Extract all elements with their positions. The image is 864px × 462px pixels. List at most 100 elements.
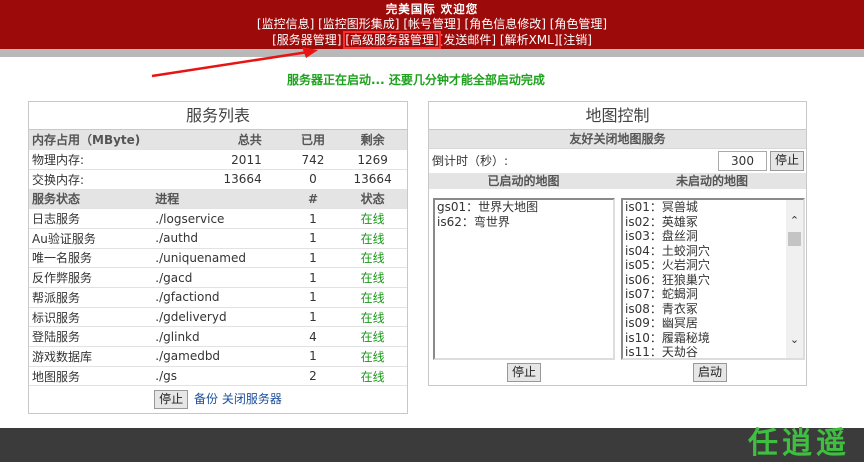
nav-monitor-info[interactable]: [监控信息]	[257, 17, 314, 31]
service-list-panel: 服务列表 内存占用（MByte) 总共 已用 剩余 物理内存: 2011 742…	[28, 101, 408, 414]
service-status: 在线	[338, 366, 407, 387]
start-map-button[interactable]: 启动	[693, 363, 728, 382]
service-process: ./gdeliveryd	[152, 307, 288, 328]
service-process: ./gamedbd	[152, 346, 288, 367]
service-process: ./gacd	[152, 267, 288, 288]
nav-logout[interactable]: [注销]	[559, 33, 592, 47]
service-process: ./logservice	[152, 208, 288, 229]
service-process: ./uniquenamed	[152, 248, 288, 269]
map-item[interactable]: is04：土蛟洞穴	[623, 244, 803, 259]
service-header-row: 服务状态 进程 # 状态	[29, 189, 407, 210]
service-row: 标识服务 ./gdeliveryd 1 在线	[29, 307, 407, 328]
server-starting-message: 服务器正在启动... 还要几分钟才能全部启动完成	[287, 73, 545, 87]
brand-watermark: 任逍遥	[748, 426, 850, 461]
service-name: 标识服务	[29, 307, 153, 328]
service-name: 帮派服务	[29, 287, 153, 308]
map-item[interactable]: is09：幽冥居	[623, 316, 803, 331]
map-item[interactable]: is05：火岩洞穴	[623, 258, 803, 273]
memory-total: 13664	[152, 169, 288, 190]
service-row: 日志服务 ./logservice 1 在线	[29, 208, 407, 229]
nav-advanced-server-management[interactable]: [高级服务器管理]	[343, 31, 441, 49]
memory-name: 物理内存:	[29, 149, 153, 170]
service-count: 1	[287, 307, 339, 328]
nav-row-2: [服务器管理] [高级服务器管理][发送邮件] [解析XML][注销]	[0, 31, 864, 49]
service-row: 唯一名服务 ./uniquenamed 1 在线	[29, 248, 407, 269]
nav-role-edit[interactable]: [角色信息修改]	[465, 17, 546, 31]
service-name: Au验证服务	[29, 228, 153, 249]
map-list-scrollbar[interactable]: ⌃ ⌄	[786, 200, 803, 358]
memory-header-row: 内存占用（MByte) 总共 已用 剩余	[29, 130, 407, 151]
nav-send-mail[interactable]: [发送邮件]	[439, 33, 496, 47]
header-divider	[0, 49, 864, 57]
stop-server-button[interactable]: 停止	[154, 390, 189, 410]
map-list-headers: 已启动的地图 未启动的地图	[429, 173, 806, 189]
countdown-input[interactable]: 300	[718, 151, 767, 171]
service-process: ./glinkd	[152, 326, 288, 348]
service-status: 在线	[338, 228, 407, 249]
service-name: 登陆服务	[29, 326, 153, 348]
service-name: 日志服务	[29, 208, 153, 229]
service-name: 游戏数据库	[29, 346, 153, 367]
service-status: 在线	[338, 248, 407, 269]
memory-header-total: 总共	[152, 130, 288, 151]
memory-free: 13664	[338, 169, 407, 190]
map-item[interactable]: is08：青衣冢	[623, 302, 803, 317]
service-header-status: 服务状态	[29, 189, 153, 210]
service-name: 反作弊服务	[29, 267, 153, 288]
service-header-state: 状态	[338, 189, 407, 210]
service-process: ./gfactiond	[152, 287, 288, 308]
map-item[interactable]: gs01：世界大地图	[435, 200, 613, 215]
backup-shutdown-link[interactable]: 备份 关闭服务器	[194, 392, 282, 406]
map-item[interactable]: is06：狂狼巢穴	[623, 273, 803, 288]
service-status: 在线	[338, 307, 407, 328]
nav-role-management[interactable]: [角色管理]	[550, 17, 607, 31]
nav-monitor-graphics[interactable]: [监控图形集成]	[318, 17, 399, 31]
memory-row: 物理内存: 2011 742 1269	[29, 149, 407, 170]
map-item[interactable]: is02：英雄冢	[623, 215, 803, 230]
friendly-shutdown-heading: 友好关闭地图服务	[429, 130, 806, 149]
nav-parse-xml[interactable]: [解析XML]	[500, 33, 559, 47]
countdown-row: 倒计时（秒）: 300 停止	[429, 149, 806, 173]
service-row: 地图服务 ./gs 2 在线	[29, 366, 407, 387]
service-count: 1	[287, 287, 339, 308]
service-status: 在线	[338, 326, 407, 348]
map-item[interactable]: is07：蛇蝎洞	[623, 287, 803, 302]
map-item[interactable]: is03：盘丝洞	[623, 229, 803, 244]
footer-bar	[0, 428, 864, 462]
map-item[interactable]: is10：履霜秘境	[623, 331, 803, 346]
service-header-process: 进程	[152, 189, 288, 210]
nav-account-management[interactable]: [帐号管理]	[403, 17, 460, 31]
service-count: 4	[287, 326, 339, 348]
memory-used: 742	[287, 149, 339, 170]
chevron-up-icon[interactable]: ⌃	[786, 212, 803, 229]
service-table: 内存占用（MByte) 总共 已用 剩余 物理内存: 2011 742 1269…	[29, 130, 407, 387]
service-name: 唯一名服务	[29, 248, 153, 269]
service-row: 反作弊服务 ./gacd 1 在线	[29, 267, 407, 288]
started-maps-header: 已启动的地图	[487, 174, 560, 188]
chevron-down-icon[interactable]: ⌄	[786, 331, 803, 348]
service-row: 帮派服务 ./gfactiond 1 在线	[29, 287, 407, 308]
not-started-maps-list[interactable]: is01：冥兽城 is02：英雄冢 is03：盘丝洞 is04：土蛟洞穴 is0…	[621, 198, 805, 360]
service-count: 1	[287, 346, 339, 367]
service-status: 在线	[338, 267, 407, 288]
service-status: 在线	[338, 287, 407, 308]
welcome-text: 完美国际 欢迎您	[385, 2, 479, 16]
map-item[interactable]: is11：天劫谷	[623, 345, 803, 358]
memory-header-free: 剩余	[338, 130, 407, 151]
memory-free: 1269	[338, 149, 407, 170]
nav-row-1: [监控信息] [监控图形集成] [帐号管理] [角色信息修改] [角色管理]	[0, 16, 864, 32]
service-count: 2	[287, 366, 339, 387]
memory-header-used: 已用	[287, 130, 339, 151]
map-item[interactable]: is01：冥兽城	[623, 200, 803, 215]
memory-total: 2011	[152, 149, 288, 170]
memory-used: 0	[287, 169, 339, 190]
stop-map-button[interactable]: 停止	[507, 363, 542, 382]
map-item[interactable]: is62：弯世界	[435, 215, 613, 230]
started-maps-list[interactable]: gs01：世界大地图 is62：弯世界	[433, 198, 615, 360]
service-row: Au验证服务 ./authd 1 在线	[29, 228, 407, 249]
scrollbar-thumb[interactable]	[788, 232, 801, 246]
countdown-stop-button[interactable]: 停止	[770, 151, 805, 171]
service-status: 在线	[338, 208, 407, 229]
countdown-label: 倒计时（秒）:	[432, 154, 509, 168]
service-header-count: #	[287, 189, 339, 210]
